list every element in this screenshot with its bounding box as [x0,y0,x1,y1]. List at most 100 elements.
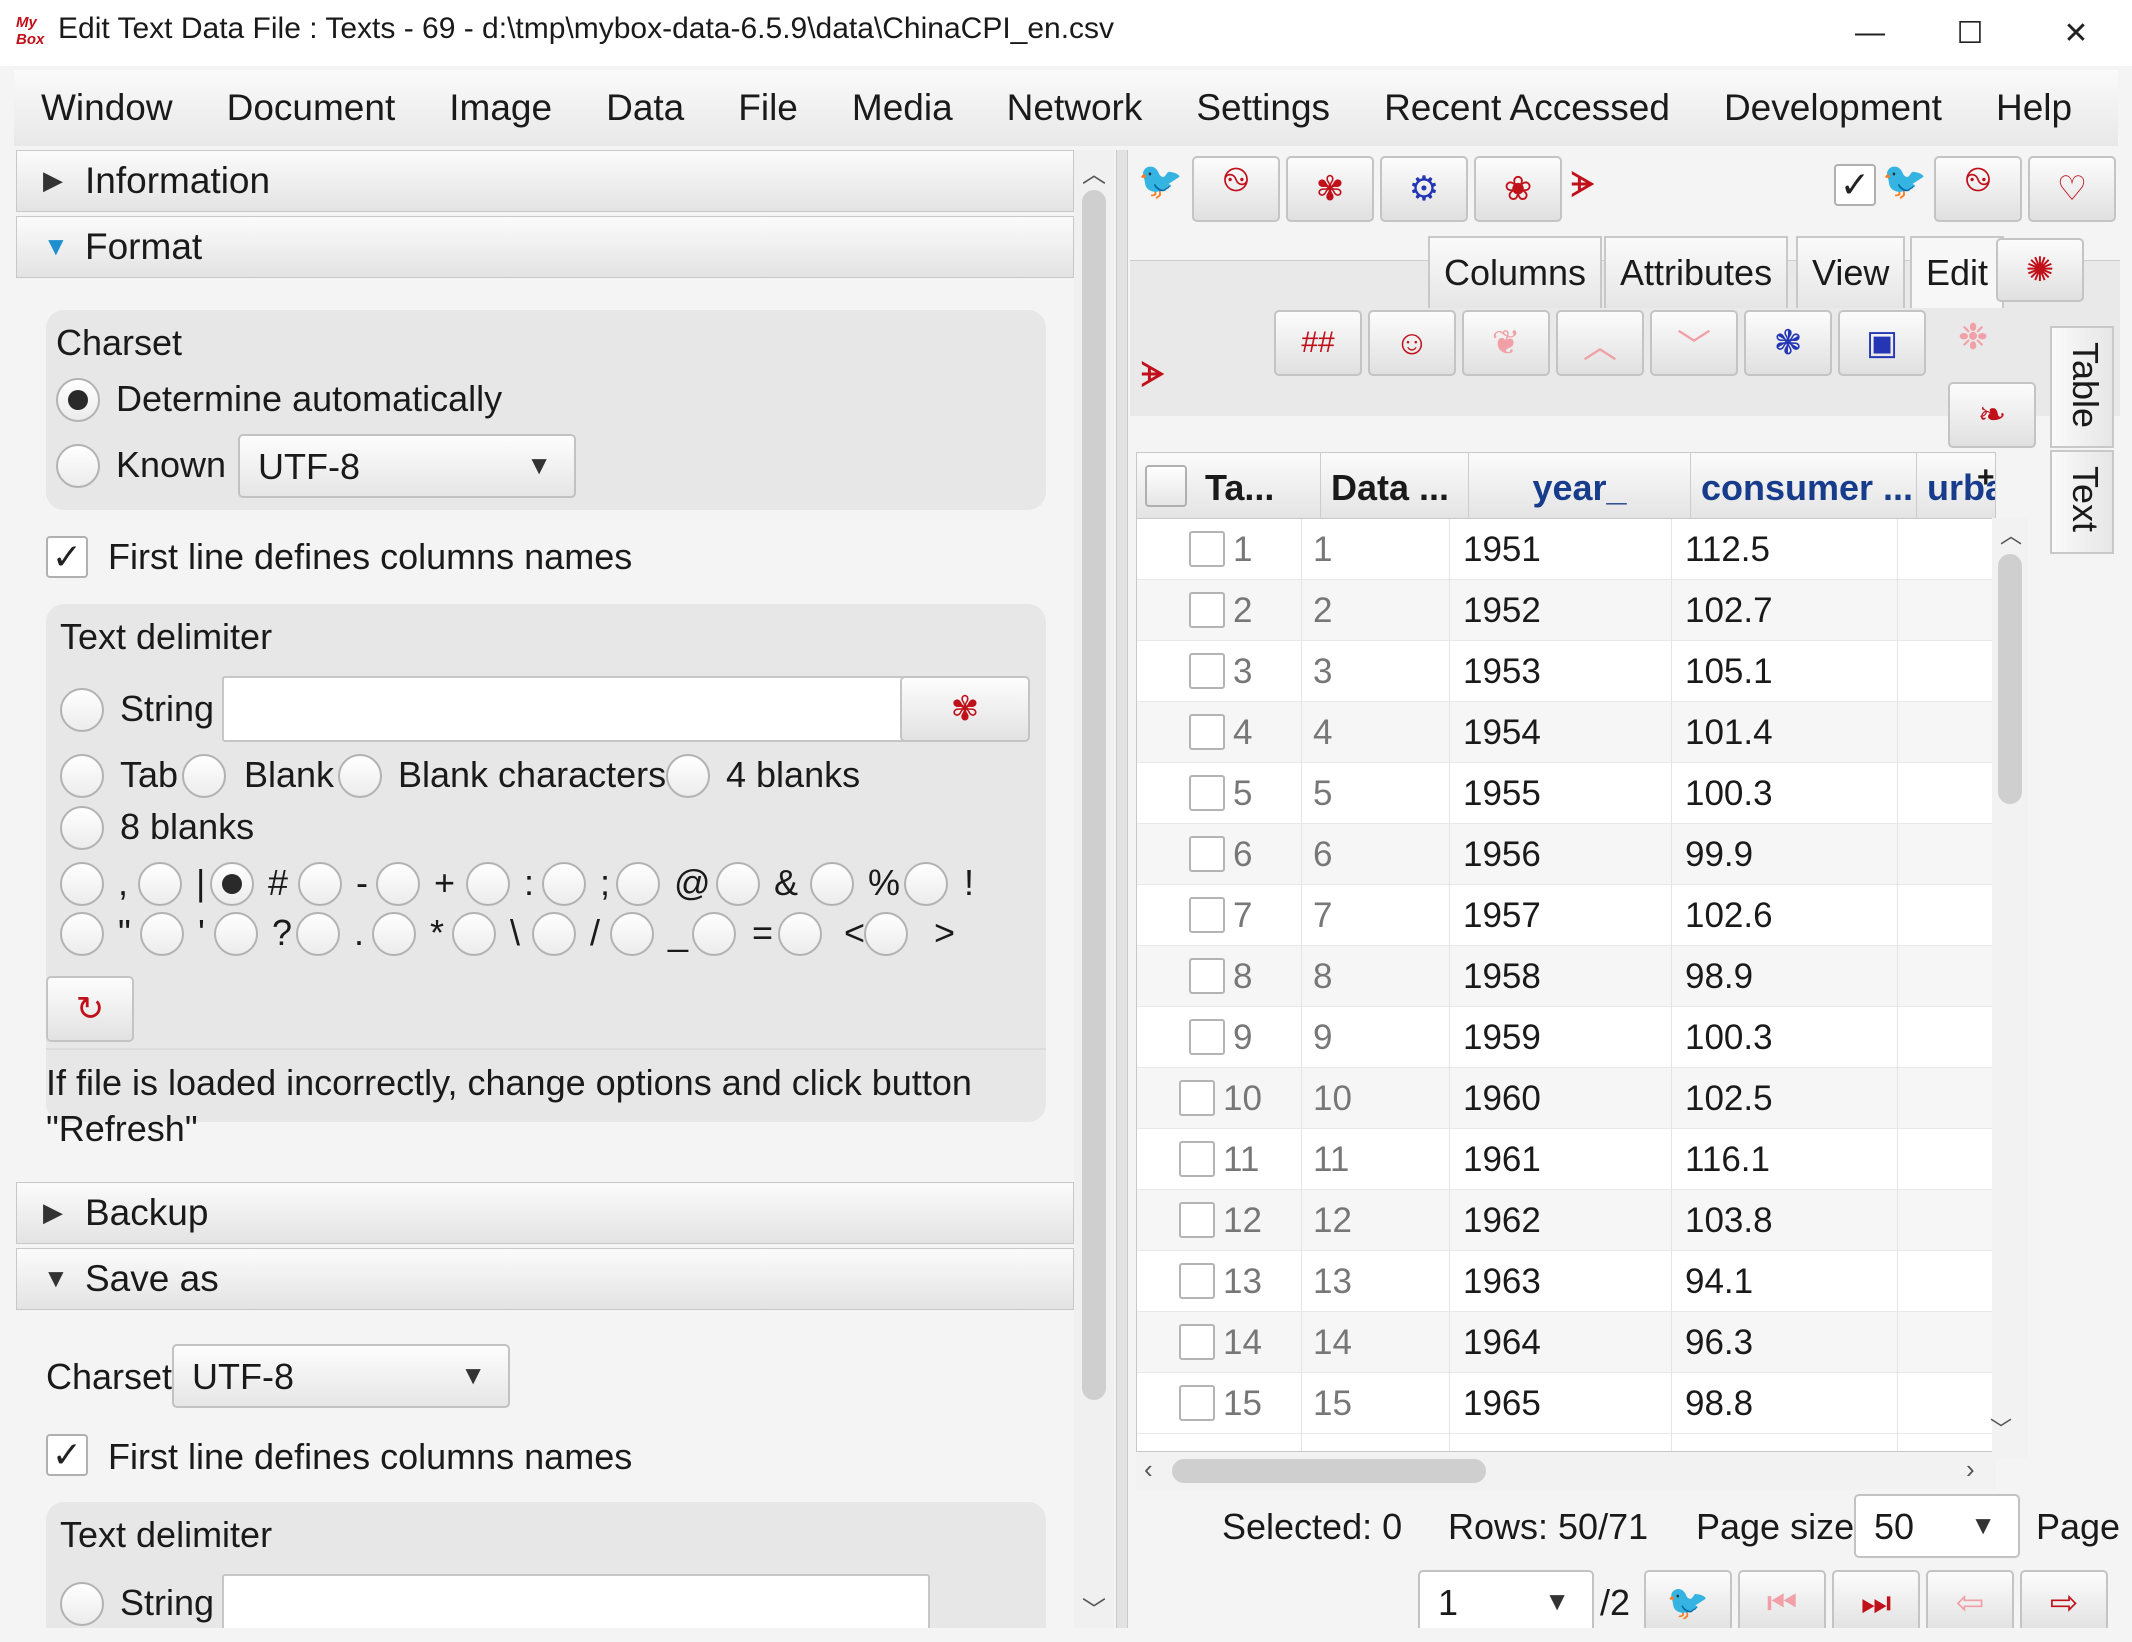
next-page-button[interactable]: ⇨ [2020,1570,2108,1628]
row-checkbox[interactable] [1189,592,1225,628]
cell-data-index[interactable]: 1 [1313,519,1332,580]
table-row[interactable]: 4 4 1954 101.4 [1137,702,1995,763]
scroll-thumb[interactable] [1998,554,2022,804]
move-up-button[interactable]: ︿ [1556,310,1644,376]
delimiter-backslash-radio[interactable] [452,912,496,956]
delimiter-blank-chars-radio[interactable] [338,754,382,798]
scroll-up-icon[interactable]: ︿ [2000,518,2022,550]
row-checkbox[interactable] [1179,1202,1215,1238]
menu-file[interactable]: File [711,87,825,129]
first-line-checkbox[interactable]: ✓ [46,536,88,578]
peony-button[interactable]: ❀ [1474,156,1562,222]
tile-button[interactable]: ▣ [1838,310,1926,376]
settings-button[interactable]: ⚙ [1380,156,1468,222]
delimiter-string-input[interactable] [222,676,930,742]
cell-data-index[interactable]: 9 [1313,1007,1332,1068]
cell-consumer[interactable]: 103.8 [1685,1190,1773,1251]
delimiter-percent-radio[interactable] [810,862,854,906]
close-button[interactable]: ✕ [2026,0,2126,66]
delimiter-gt-radio[interactable] [864,912,908,956]
cell-data-index[interactable]: 2 [1313,580,1332,641]
menu-media[interactable]: Media [825,87,980,129]
cell-table-index[interactable]: 1 [1233,519,1252,580]
cell-data-index[interactable]: 8 [1313,946,1332,1007]
tab-attributes[interactable]: Attributes [1604,236,1789,308]
format-pane-header[interactable]: ▼ Format [16,216,1074,278]
move-down-button[interactable]: ﹀ [1650,310,1738,376]
refresh-button[interactable]: ↻ [46,976,134,1042]
menu-window[interactable]: Window [14,87,200,129]
cell-data-index[interactable]: 4 [1313,702,1332,763]
tab-menu-button[interactable]: ✺ [1996,238,2084,302]
delimiter-lt-radio[interactable] [778,912,822,956]
mask-button[interactable]: ☺ [1368,310,1456,376]
menu-development[interactable]: Development [1697,87,1969,129]
side-tab-text[interactable]: Text [2050,450,2114,554]
cell-year[interactable]: 1958 [1463,946,1541,1007]
cell-year[interactable]: 1955 [1463,763,1541,824]
side-tab-table[interactable]: Table [2050,326,2114,448]
table-row[interactable]: 7 7 1957 102.6 [1137,885,1995,946]
row-checkbox[interactable] [1189,836,1225,872]
cell-consumer[interactable]: 98.8 [1685,1373,1753,1434]
cell-consumer[interactable]: 100.3 [1685,1007,1773,1068]
charset-select[interactable]: UTF-8 ▼ [238,434,576,498]
save-charset-select[interactable]: UTF-8 ▼ [172,1344,510,1408]
cell-data-index[interactable]: 7 [1313,885,1332,946]
fish-icon[interactable]: ᗘ [1570,164,1596,207]
scroll-down-icon[interactable]: ﹀ [1082,1590,1106,1625]
maximize-button[interactable]: ☐ [1920,0,2020,66]
menu-help[interactable]: Help [1969,87,2099,129]
cell-consumer[interactable]: 102.7 [1685,580,1773,641]
delimiter-dash-radio[interactable] [298,862,342,906]
charset-known-radio[interactable] [56,444,100,488]
cell-table-index[interactable]: 8 [1233,946,1252,1007]
table-vertical-scrollbar[interactable]: ︿ [1992,518,2028,1458]
cell-year[interactable]: 1959 [1463,1007,1541,1068]
row-checkbox[interactable] [1189,653,1225,689]
cell-consumer[interactable]: 105.1 [1685,641,1773,702]
cell-data-index[interactable]: 13 [1313,1251,1352,1312]
delimiter-examples-button[interactable]: ✾ [900,676,1030,742]
tab-edit[interactable]: Edit [1910,236,2005,308]
cell-year[interactable]: 1963 [1463,1251,1541,1312]
menu-settings[interactable]: Settings [1169,87,1357,129]
fish-icon[interactable]: ᗘ [1140,354,1166,397]
delimiter-string-radio[interactable] [60,688,104,732]
delimiter-at-radio[interactable] [616,862,660,906]
cell-consumer[interactable]: 94.1 [1685,1251,1753,1312]
left-vertical-scrollbar[interactable]: ︿ ﹀ [1074,150,1114,1628]
table-row[interactable]: 8 8 1958 98.9 [1137,946,1995,1007]
toolbar-checkbox[interactable]: ✓ [1834,164,1876,206]
backup-pane-header[interactable]: ▶ Backup [16,1182,1074,1244]
scroll-right-icon[interactable]: › [1966,1454,1975,1485]
save-delimiter-string-radio[interactable] [60,1582,104,1626]
cell-table-index[interactable]: 10 [1223,1068,1262,1129]
previous-page-button[interactable]: ⇦ [1926,1570,2014,1628]
table-row[interactable]: 11 11 1961 116.1 [1137,1129,1995,1190]
delimiter-asterisk-radio[interactable] [372,912,416,956]
column-header-consumer[interactable]: consumer ... [1691,453,1917,519]
row-checkbox[interactable] [1189,775,1225,811]
delimiter-question-radio[interactable] [214,912,258,956]
delimiter-underscore-radio[interactable] [610,912,654,956]
delimiter-semicolon-radio[interactable] [542,862,586,906]
cell-year[interactable]: 1960 [1463,1068,1541,1129]
scroll-thumb[interactable] [1082,190,1106,1400]
delimiter-4-blanks-radio[interactable] [666,754,710,798]
row-checkbox[interactable] [1179,1141,1215,1177]
cell-consumer[interactable]: 99.9 [1685,824,1753,885]
delimiter-8-blanks-radio[interactable] [60,806,104,850]
table-row[interactable]: 6 6 1956 99.9 [1137,824,1995,885]
table-horizontal-scrollbar[interactable]: ‹ › [1136,1452,1996,1490]
cell-table-index[interactable]: 13 [1223,1251,1262,1312]
delimiter-hash-radio[interactable] [210,862,254,906]
cell-year[interactable]: 1961 [1463,1129,1541,1190]
cell-table-index[interactable]: 3 [1233,641,1252,702]
table-row[interactable]: 13 13 1963 94.1 [1137,1251,1995,1312]
cell-year[interactable]: 1951 [1463,519,1541,580]
cell-table-index[interactable]: 2 [1233,580,1252,641]
column-header-data-index[interactable]: Data ... [1321,453,1469,519]
delimiter-pipe-radio[interactable] [138,862,182,906]
cell-data-index[interactable]: 10 [1313,1068,1352,1129]
